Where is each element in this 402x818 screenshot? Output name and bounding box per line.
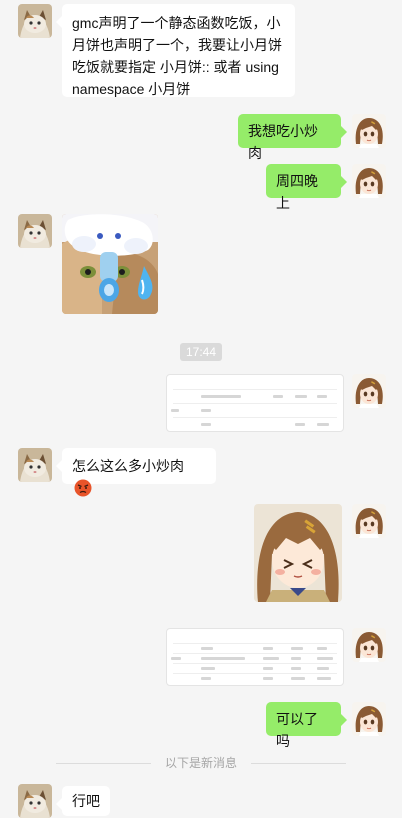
contact-avatar[interactable] [18,214,52,248]
anime-girl-avatar-icon [352,504,386,538]
timestamp-badge: 17:44 [180,343,222,361]
message-text: 行吧 [72,793,100,809]
self-avatar[interactable] [352,374,386,408]
shared-document-card[interactable] [166,628,344,686]
message-bubble-outgoing[interactable]: 可以了吗 [266,702,347,749]
self-avatar[interactable] [352,114,386,148]
self-avatar[interactable] [352,628,386,662]
cat-with-pacifier-sticker [62,214,158,314]
cat-avatar-icon [18,214,52,248]
message-text: gmc声明了一个静态函数吃饭，小月饼也声明了一个，我要让小月饼吃饭就要指定 小月… [72,15,282,97]
cat-avatar-icon [18,448,52,482]
new-messages-label: 以下是新消息 [164,756,237,770]
message-bubble-incoming[interactable]: 行吧 [56,786,110,816]
contact-avatar[interactable] [18,4,52,38]
cat-avatar-icon [18,784,52,818]
self-avatar[interactable] [352,504,386,538]
contact-avatar[interactable] [18,784,52,818]
message-bubble-incoming[interactable]: 怎么这么多小炒肉 [56,448,216,497]
anime-girl-avatar-icon [352,114,386,148]
sticker-message[interactable] [254,504,342,602]
angry-face-icon [74,479,92,497]
message-text: 可以了吗 [276,711,318,749]
anime-girl-avatar-icon [352,628,386,662]
anime-girl-sticker [254,504,342,602]
shared-document-card[interactable] [166,374,344,432]
self-avatar[interactable] [352,702,386,736]
message-text: 我想吃小炒肉 [248,123,318,161]
anime-girl-avatar-icon [352,164,386,198]
message-text: 周四晚上 [276,173,318,211]
message-bubble-outgoing[interactable]: 我想吃小炒肉 [238,114,347,161]
anime-girl-avatar-icon [352,702,386,736]
message-bubble-incoming[interactable]: gmc声明了一个静态函数吃饭，小月饼也声明了一个，我要让小月饼吃饭就要指定 小月… [56,4,295,97]
message-bubble-outgoing[interactable]: 周四晚上 [266,164,347,211]
sticker-message[interactable] [62,214,158,314]
cat-avatar-icon [18,4,52,38]
new-messages-divider: 以下是新消息 [56,756,346,770]
self-avatar[interactable] [352,164,386,198]
anime-girl-avatar-icon [352,374,386,408]
contact-avatar[interactable] [18,448,52,482]
message-text: 怎么这么多小炒肉 [72,458,184,474]
